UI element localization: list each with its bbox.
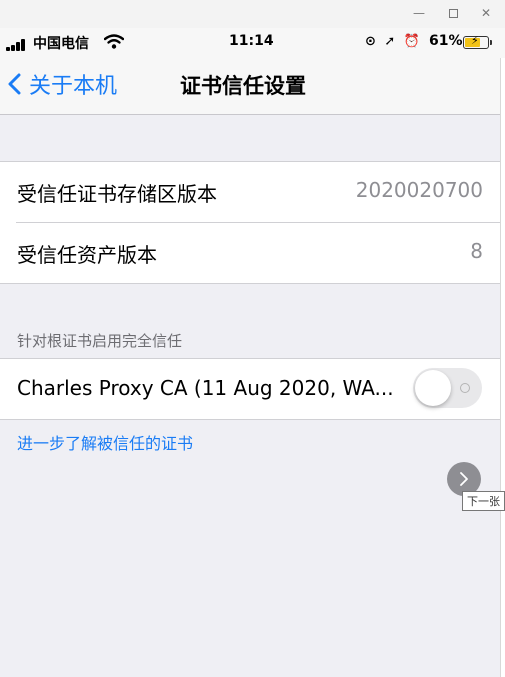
navigation-bar: 关于本机 证书信任设置 (0, 58, 505, 115)
version-info-group: 受信任证书存储区版本 2020020700 受信任资产版本 8 (0, 161, 505, 284)
info-row-label: 受信任证书存储区版本 (17, 182, 217, 206)
info-row: 受信任资产版本 8 (16, 222, 505, 283)
section-header: 针对根证书启用完全信任 (17, 332, 183, 350)
certificate-trust-group: Charles Proxy CA (11 Aug 2020, WA... (0, 358, 505, 420)
chevron-right-icon (460, 472, 468, 486)
toggle-knob (415, 370, 451, 406)
clock: 11:14 (229, 33, 274, 49)
trust-toggle-switch[interactable] (413, 368, 482, 408)
status-indicator-icons: ⊙ ➚ ⏰ (365, 34, 423, 49)
info-row-value: 8 (470, 239, 483, 263)
maximize-button[interactable] (443, 4, 463, 22)
certificate-row: Charles Proxy CA (11 Aug 2020, WA... (0, 359, 505, 419)
battery-icon: ⚡ (463, 34, 489, 49)
info-row: 受信任证书存储区版本 2020020700 (0, 162, 505, 222)
signal-icon (6, 39, 28, 51)
viewer-edge (500, 58, 505, 677)
charging-bolt-icon: ⚡ (471, 34, 479, 47)
learn-more-link[interactable]: 进一步了解被信任的证书 (17, 430, 193, 454)
maximize-icon (448, 9, 458, 18)
wifi-icon (104, 34, 124, 49)
status-bar: 中国电信 11:14 ⊙ ➚ ⏰ 61% ⚡ (0, 28, 505, 58)
page-title: 证书信任设置 (180, 74, 306, 98)
battery-tip (490, 40, 492, 45)
back-button[interactable]: 关于本机 (8, 68, 117, 100)
info-row-label: 受信任资产版本 (17, 243, 157, 267)
next-tooltip: 下一张 (462, 491, 505, 511)
off-indicator-icon (460, 383, 470, 393)
back-button-label: 关于本机 (29, 74, 118, 99)
info-row-value: 2020020700 (355, 178, 483, 202)
close-button[interactable]: ✕ (476, 4, 496, 22)
carrier-name: 中国电信 (33, 36, 89, 52)
certificate-name: Charles Proxy CA (11 Aug 2020, WA... (17, 376, 394, 400)
battery-percentage: 61% (429, 33, 463, 49)
minimize-button[interactable]: — (409, 4, 429, 22)
chevron-left-icon (8, 73, 21, 95)
window-titlebar: — ✕ (0, 0, 505, 28)
